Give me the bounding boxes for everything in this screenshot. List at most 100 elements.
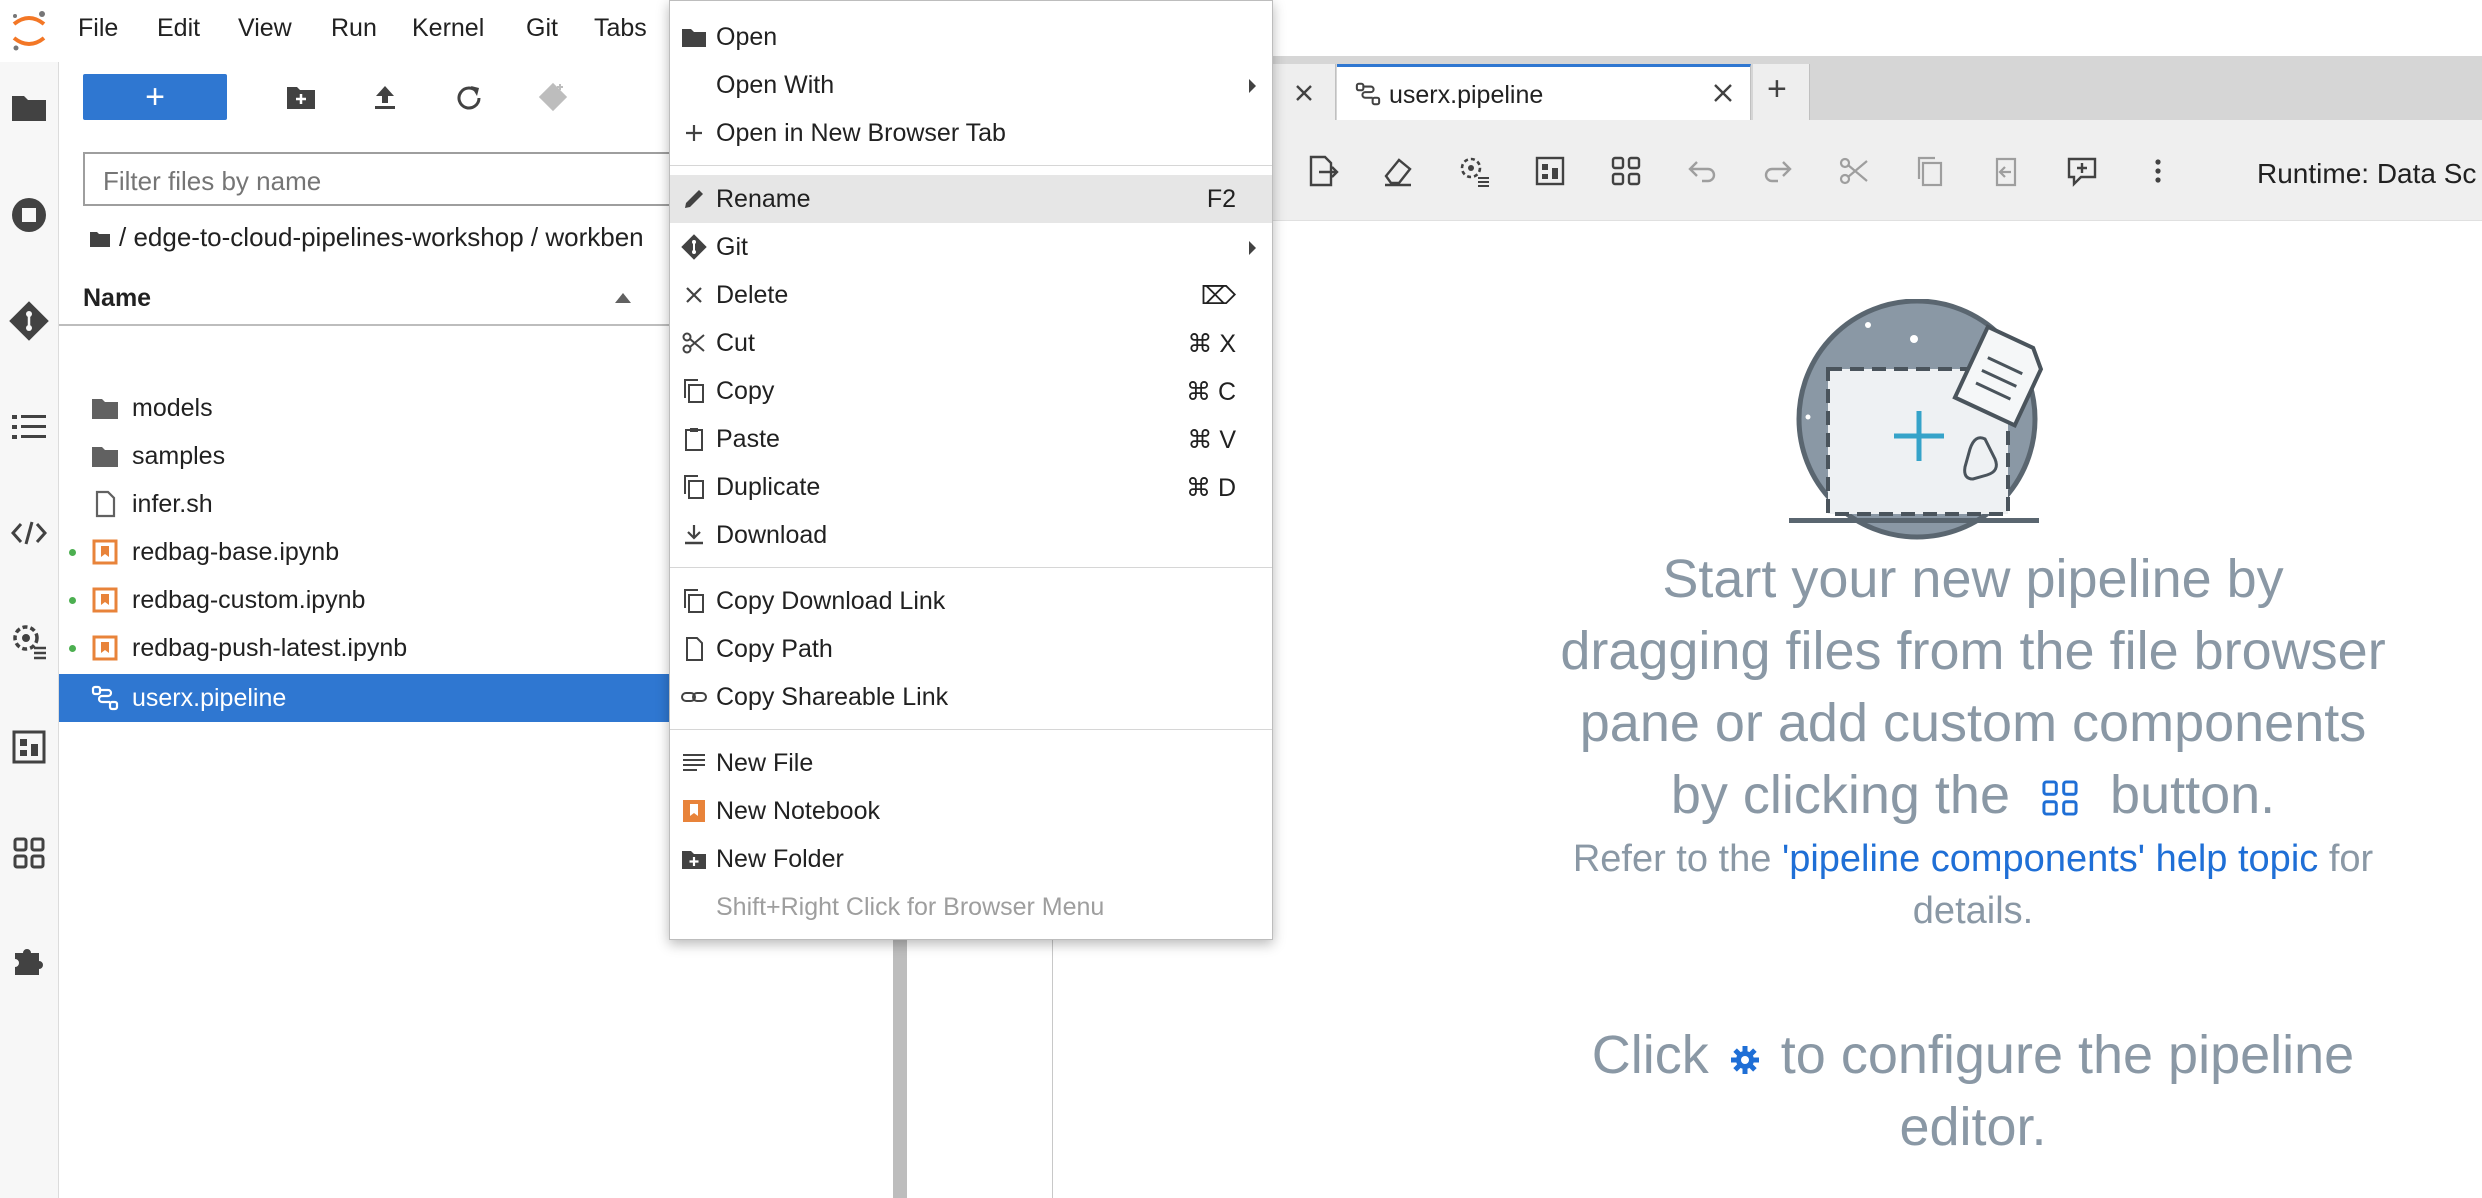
menu-edit[interactable]: Edit: [157, 14, 200, 43]
redo-icon: [1764, 161, 1792, 183]
component-catalogs-icon[interactable]: [6, 830, 52, 876]
config-click: Click: [1591, 1025, 1709, 1085]
add-tab-label: +: [1767, 70, 1787, 108]
folder-icon: [92, 399, 118, 419]
menu-run[interactable]: Run: [331, 14, 377, 43]
folder-icon: [682, 29, 706, 47]
menu-item-label: Shift+Right Click for Browser Menu: [716, 893, 1105, 921]
file-name: samples: [132, 442, 226, 470]
runtime-images-icon[interactable]: [1533, 154, 1567, 188]
menu-view[interactable]: View: [238, 14, 292, 43]
menu-item-label: Open in New Browser Tab: [716, 119, 1006, 147]
menu-file[interactable]: File: [78, 14, 118, 43]
refresh-icon[interactable]: [439, 74, 499, 120]
new-folder-icon[interactable]: [271, 74, 331, 120]
extensions-icon[interactable]: [6, 936, 52, 982]
menu-item-new-notebook[interactable]: New Notebook: [670, 787, 1272, 835]
file-name: models: [132, 394, 213, 422]
column-name-header[interactable]: Name: [83, 284, 151, 313]
export-pipeline-icon[interactable]: [1305, 154, 1339, 188]
breadcrumb-path[interactable]: / edge-to-cloud-pipelines-workshop / wor…: [119, 222, 644, 252]
empty-message-line4: by clicking the button.: [1463, 759, 2482, 831]
menu-item-new-folder[interactable]: New Folder: [670, 835, 1272, 883]
home-folder-icon[interactable]: [89, 230, 111, 248]
menu-item-open[interactable]: Open: [670, 13, 1272, 61]
file-name: redbag-custom.ipynb: [132, 586, 366, 614]
menu-item-paste[interactable]: Paste ⌘ V: [670, 415, 1272, 463]
menu-item-copy[interactable]: Copy ⌘ C: [670, 367, 1272, 415]
component-catalogs-icon: [2042, 780, 2078, 816]
menu-item-rename[interactable]: Rename F2: [670, 175, 1272, 223]
git-modified-dot: [69, 549, 76, 556]
config-text: to configure the pipeline: [1780, 1025, 2355, 1085]
menu-item-open-new-tab[interactable]: Open in New Browser Tab: [670, 109, 1272, 157]
runtime-images-icon[interactable]: [6, 724, 52, 770]
close-icon[interactable]: [1713, 83, 1733, 103]
table-of-contents-icon[interactable]: [6, 404, 52, 450]
runtime-label[interactable]: Runtime: Data Sc: [2257, 158, 2476, 190]
running-icon[interactable]: [6, 192, 52, 238]
copy-icon: [684, 475, 704, 499]
menu-item-duplicate[interactable]: Duplicate ⌘ D: [670, 463, 1272, 511]
paste-icon: [685, 428, 703, 451]
help-line2: details.: [1912, 890, 2034, 932]
close-icon[interactable]: [1295, 84, 1313, 102]
empty-message-line4a: by clicking the: [1670, 765, 2010, 825]
link-icon: [681, 692, 707, 702]
empty-message-line1: Start your new pipeline by: [1662, 549, 2284, 609]
menu-item-open-with[interactable]: Open With: [670, 61, 1272, 109]
menu-item-copy-shareable-link[interactable]: Copy Shareable Link: [670, 673, 1272, 721]
help-suffix: for: [2318, 838, 2374, 880]
menu-tabs[interactable]: Tabs: [594, 14, 647, 43]
new-launcher-button[interactable]: +: [83, 74, 227, 120]
code-snippets-icon[interactable]: [6, 510, 52, 556]
file-name: userx.pipeline: [132, 684, 287, 712]
menu-git[interactable]: Git: [526, 14, 558, 43]
menu-item-cut[interactable]: Cut ⌘ X: [670, 319, 1272, 367]
help-prefix: Refer to the: [1572, 838, 1782, 880]
scissors-icon: [682, 332, 705, 354]
menu-separator: [670, 165, 1272, 166]
git-icon: [681, 234, 707, 260]
menu-item-download[interactable]: Download: [670, 511, 1272, 559]
gear-icon[interactable]: [1730, 1045, 1760, 1075]
menu-item-label: Copy Shareable Link: [716, 683, 949, 711]
menu-item-new-file[interactable]: New File: [670, 739, 1272, 787]
menu-item-copy-path[interactable]: Copy Path: [670, 625, 1272, 673]
notebook-icon: [683, 800, 705, 822]
new-folder-icon: [682, 851, 706, 869]
text-file-icon: [683, 754, 705, 771]
runtimes-icon[interactable]: [6, 618, 52, 664]
menu-item-copy-download-link[interactable]: Copy Download Link: [670, 577, 1272, 625]
tab-userx-pipeline[interactable]: userx.pipeline: [1337, 64, 1751, 120]
notebook-icon: [92, 539, 118, 565]
menu-item-label: New File: [716, 749, 814, 777]
menu-separator: [670, 729, 1272, 730]
menu-item-git[interactable]: Git: [670, 223, 1272, 271]
git-icon[interactable]: [6, 298, 52, 344]
folder-icon: [92, 447, 118, 467]
help-topic-link[interactable]: 'pipeline components' help topic: [1782, 838, 2318, 880]
git-modified-dot: [69, 597, 76, 604]
menu-kernel[interactable]: Kernel: [412, 14, 484, 43]
breadcrumb: / edge-to-cloud-pipelines-workshop / wor…: [89, 222, 644, 253]
jupyter-logo-icon[interactable]: [6, 8, 52, 54]
runtimes-icon[interactable]: [1457, 154, 1491, 188]
menu-item-delete[interactable]: Delete ⌦: [670, 271, 1272, 319]
menu-item-shortcut: ⌘ C: [1186, 378, 1236, 406]
add-tab-button[interactable]: +: [1753, 64, 1810, 120]
folder-icon[interactable]: [6, 84, 52, 130]
notebook-icon: [92, 587, 118, 613]
upload-icon[interactable]: [355, 74, 415, 120]
pipeline-icon: [91, 685, 119, 711]
file-name: redbag-push-latest.ipynb: [132, 634, 408, 662]
add-comment-icon[interactable]: [2065, 154, 2099, 188]
file-icon: [686, 637, 703, 661]
sort-ascending-icon[interactable]: [614, 292, 632, 304]
menu-item-label: New Notebook: [716, 797, 880, 825]
clear-pipeline-icon[interactable]: [1381, 154, 1415, 188]
component-catalogs-icon[interactable]: [1609, 154, 1643, 188]
menu-item-label: Open: [716, 23, 778, 51]
copy-icon: [1917, 156, 1943, 187]
more-options-icon[interactable]: [2141, 154, 2175, 188]
